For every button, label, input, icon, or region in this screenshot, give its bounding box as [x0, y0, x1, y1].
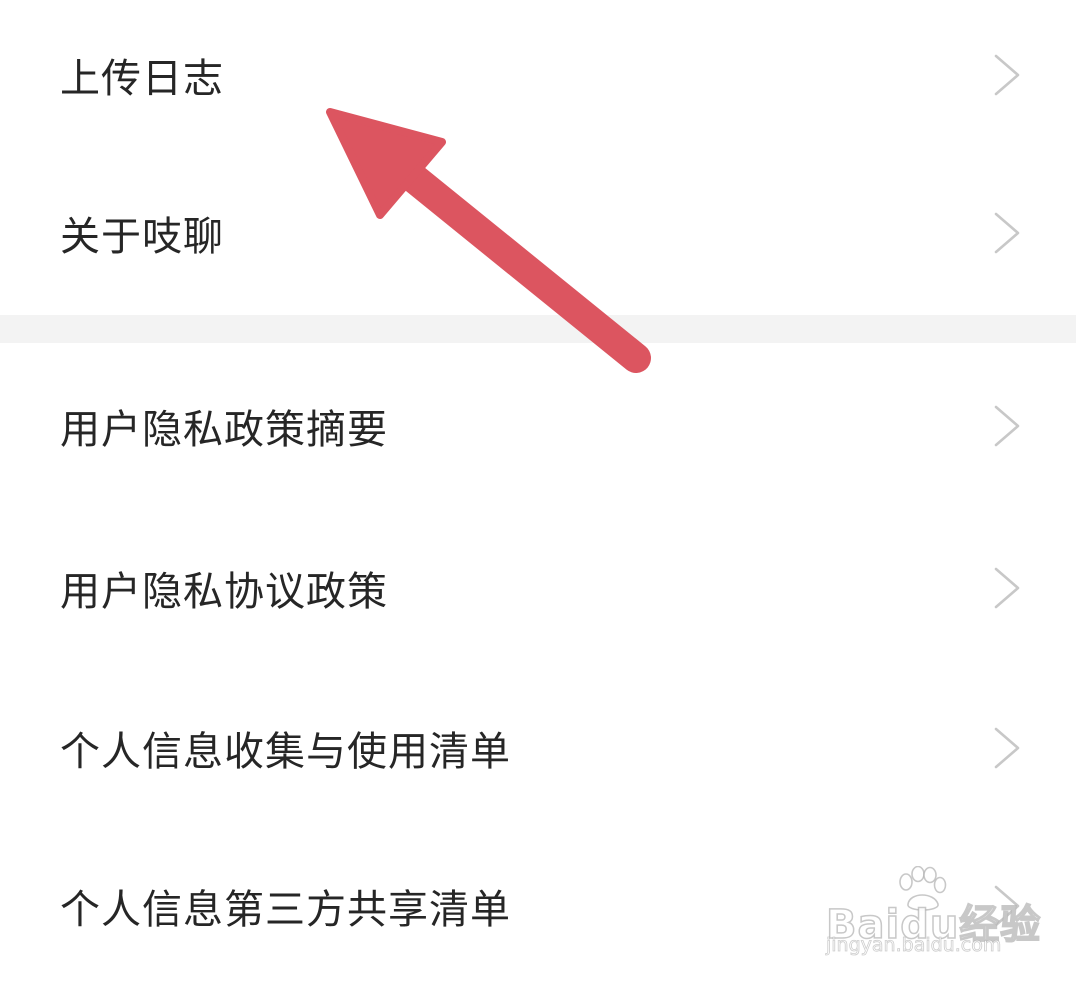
- settings-item-label: 关于吱聊: [60, 213, 224, 260]
- chevron-right-icon: [994, 212, 1020, 253]
- section-divider: [0, 315, 1076, 343]
- settings-item-privacy-agreement[interactable]: 用户隐私协议政策: [0, 508, 1076, 668]
- chevron-right-icon: [994, 567, 1020, 609]
- chevron-right-icon: [994, 885, 1020, 927]
- settings-item-privacy-summary[interactable]: 用户隐私政策摘要: [0, 343, 1076, 508]
- settings-item-upload-log[interactable]: 上传日志: [0, 0, 1076, 150]
- settings-group-privacy: 用户隐私政策摘要 用户隐私协议政策 个人信息收集与使用清单 个人信息第三方共享清…: [0, 343, 1076, 984]
- settings-item-label: 个人信息第三方共享清单: [60, 887, 511, 933]
- settings-group-app: 上传日志 关于吱聊: [0, 0, 1076, 315]
- settings-item-label: 用户隐私协议政策: [60, 569, 388, 615]
- chevron-right-icon: [994, 727, 1020, 769]
- settings-item-label: 用户隐私政策摘要: [60, 406, 388, 453]
- settings-item-label: 上传日志: [60, 56, 224, 102]
- settings-screen: 上传日志 关于吱聊 用户隐私政策摘要 用户隐私协议政策 个人信息收集与使用清单 …: [0, 0, 1076, 984]
- settings-item-about[interactable]: 关于吱聊: [0, 150, 1076, 315]
- chevron-right-icon: [994, 405, 1020, 446]
- settings-item-third-party-sharing[interactable]: 个人信息第三方共享清单: [0, 828, 1076, 984]
- settings-item-label: 个人信息收集与使用清单: [60, 729, 511, 775]
- chevron-right-icon: [994, 54, 1020, 96]
- settings-item-personal-info-collection[interactable]: 个人信息收集与使用清单: [0, 668, 1076, 828]
